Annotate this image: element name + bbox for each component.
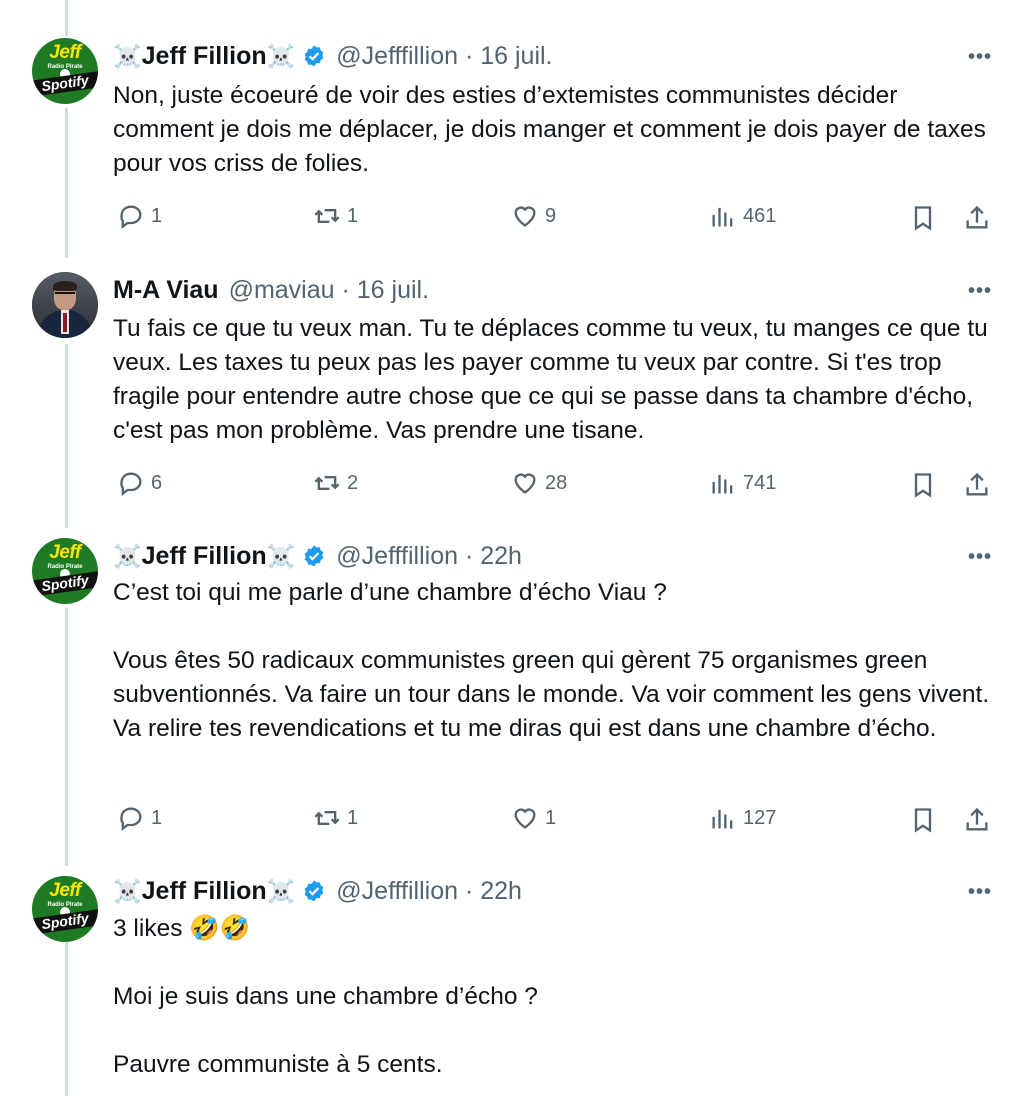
retweet-icon — [314, 476, 340, 490]
views-button[interactable]: 127 — [709, 804, 776, 832]
tweet-header: M-A Viau @maviau · 16 juil. — [113, 275, 429, 305]
like-button[interactable]: 9 — [511, 202, 556, 230]
verified-icon — [304, 545, 324, 567]
reply-button[interactable]: 6 — [117, 469, 162, 497]
avatar[interactable]: Jeff Radio Pirate Spotify — [32, 38, 98, 104]
like-icon — [514, 206, 536, 227]
views-count: 741 — [743, 471, 777, 494]
tweet[interactable]: Jeff Radio Pirate Spotify ☠️ Jeff Fillio… — [0, 868, 1024, 1096]
more-icon[interactable]: ••• — [968, 280, 992, 303]
retweet-icon — [314, 811, 340, 825]
retweet-button[interactable]: 1 — [313, 804, 358, 832]
skull-icon: ☠️ — [266, 542, 296, 569]
like-count: 9 — [545, 204, 557, 227]
skull-icon: ☠️ — [113, 877, 142, 904]
bookmark-icon — [914, 206, 932, 231]
share-button[interactable] — [963, 471, 991, 504]
like-icon — [514, 473, 536, 494]
like-icon — [514, 808, 536, 829]
display-name[interactable]: Jeff Fillion — [142, 542, 267, 571]
reply-count: 1 — [151, 806, 163, 829]
views-button[interactable]: 741 — [709, 469, 776, 497]
avatar-logo-text: Jeff — [49, 880, 81, 901]
retweet-button[interactable]: 2 — [313, 469, 358, 497]
verified-icon — [304, 880, 324, 902]
avatar-glasses — [55, 292, 75, 297]
views-icon — [712, 207, 733, 227]
bookmark-icon — [914, 808, 932, 833]
tweet-actions: 6 2 28 741 — [113, 469, 993, 501]
tweet-text: Tu fais ce que tu veux man. Tu te déplac… — [113, 315, 995, 444]
like-count: 1 — [545, 806, 557, 829]
handle-and-time[interactable]: @Jefffillion · 22h — [336, 542, 522, 571]
verified-icon — [304, 45, 324, 67]
reply-count: 1 — [151, 204, 163, 227]
skull-icon: ☠️ — [266, 877, 296, 904]
avatar[interactable]: Jeff Radio Pirate Spotify — [32, 876, 98, 942]
avatar[interactable]: Jeff Radio Pirate Spotify — [32, 538, 98, 604]
tweet-header: ☠️ Jeff Fillion ☠️ @Jefffillion · 22h — [113, 876, 522, 906]
like-button[interactable]: 28 — [511, 469, 567, 497]
share-icon — [966, 472, 988, 496]
tweet[interactable]: Jeff Radio Pirate Spotify ☠️ Jeff Fillio… — [0, 0, 1024, 260]
display-name[interactable]: Jeff Fillion — [142, 42, 267, 71]
retweet-count: 2 — [347, 471, 359, 494]
reply-icon — [120, 807, 142, 831]
share-icon — [966, 807, 988, 831]
share-icon — [966, 205, 988, 229]
more-icon[interactable]: ••• — [968, 46, 992, 69]
reply-button[interactable]: 1 — [117, 202, 162, 230]
skull-icon: ☠️ — [113, 542, 142, 569]
bookmark-button[interactable] — [909, 204, 937, 237]
views-count: 461 — [743, 204, 777, 227]
reply-icon — [120, 205, 142, 229]
share-button[interactable] — [963, 806, 991, 839]
reply-button[interactable]: 1 — [117, 804, 162, 832]
tweet-header: ☠️ Jeff Fillion ☠️ @Jefffillion · 16 jui… — [113, 41, 553, 71]
skull-icon: ☠️ — [266, 42, 296, 69]
like-count: 28 — [545, 471, 568, 494]
bookmark-icon — [914, 473, 932, 498]
tweet-text: C’est toi qui me parle d’une chambre d’é… — [113, 579, 990, 742]
skull-icon: ☠️ — [113, 42, 142, 69]
handle-and-time[interactable]: @Jefffillion · 22h — [336, 877, 522, 906]
reply-icon — [120, 472, 142, 496]
views-icon — [712, 474, 733, 494]
display-name[interactable]: Jeff Fillion — [142, 877, 267, 906]
avatar-logo-text: Jeff — [49, 42, 81, 63]
avatar-hair — [53, 281, 77, 291]
retweet-icon — [314, 209, 340, 223]
avatar-tie — [63, 313, 67, 332]
share-button[interactable] — [963, 204, 991, 237]
tweet-header: ☠️ Jeff Fillion ☠️ @Jefffillion · 22h — [113, 541, 522, 571]
retweet-button[interactable]: 1 — [313, 202, 358, 230]
retweet-count: 1 — [347, 806, 359, 829]
tweet[interactable]: M-A Viau @maviau · 16 juil. ••• Tu fais … — [0, 260, 1024, 530]
more-icon[interactable]: ••• — [968, 546, 992, 569]
more-icon[interactable]: ••• — [968, 881, 992, 904]
tweet-text: Non, juste écoeuré de voir des esties d’… — [113, 82, 993, 177]
bookmark-button[interactable] — [909, 471, 937, 504]
retweet-count: 1 — [347, 204, 359, 227]
display-name[interactable]: M-A Viau — [113, 276, 219, 305]
views-count: 127 — [743, 806, 777, 829]
handle-and-time[interactable]: @Jefffillion · 16 juil. — [336, 42, 552, 71]
views-button[interactable]: 461 — [709, 202, 776, 230]
tweet-text: 3 likes 🤣🤣 Moi je suis dans une chambre … — [113, 915, 538, 1078]
like-button[interactable]: 1 — [511, 804, 556, 832]
tweet-actions: 1 1 9 461 — [113, 202, 993, 234]
tweet[interactable]: Jeff Radio Pirate Spotify ☠️ Jeff Fillio… — [0, 530, 1024, 868]
avatar-logo-text: Jeff — [49, 542, 81, 563]
handle-and-time[interactable]: @maviau · 16 juil. — [229, 276, 429, 305]
reply-count: 6 — [151, 471, 163, 494]
bookmark-button[interactable] — [909, 806, 937, 839]
tweet-actions: 1 1 1 127 — [113, 804, 993, 836]
views-icon — [712, 809, 733, 829]
avatar[interactable] — [32, 272, 98, 338]
